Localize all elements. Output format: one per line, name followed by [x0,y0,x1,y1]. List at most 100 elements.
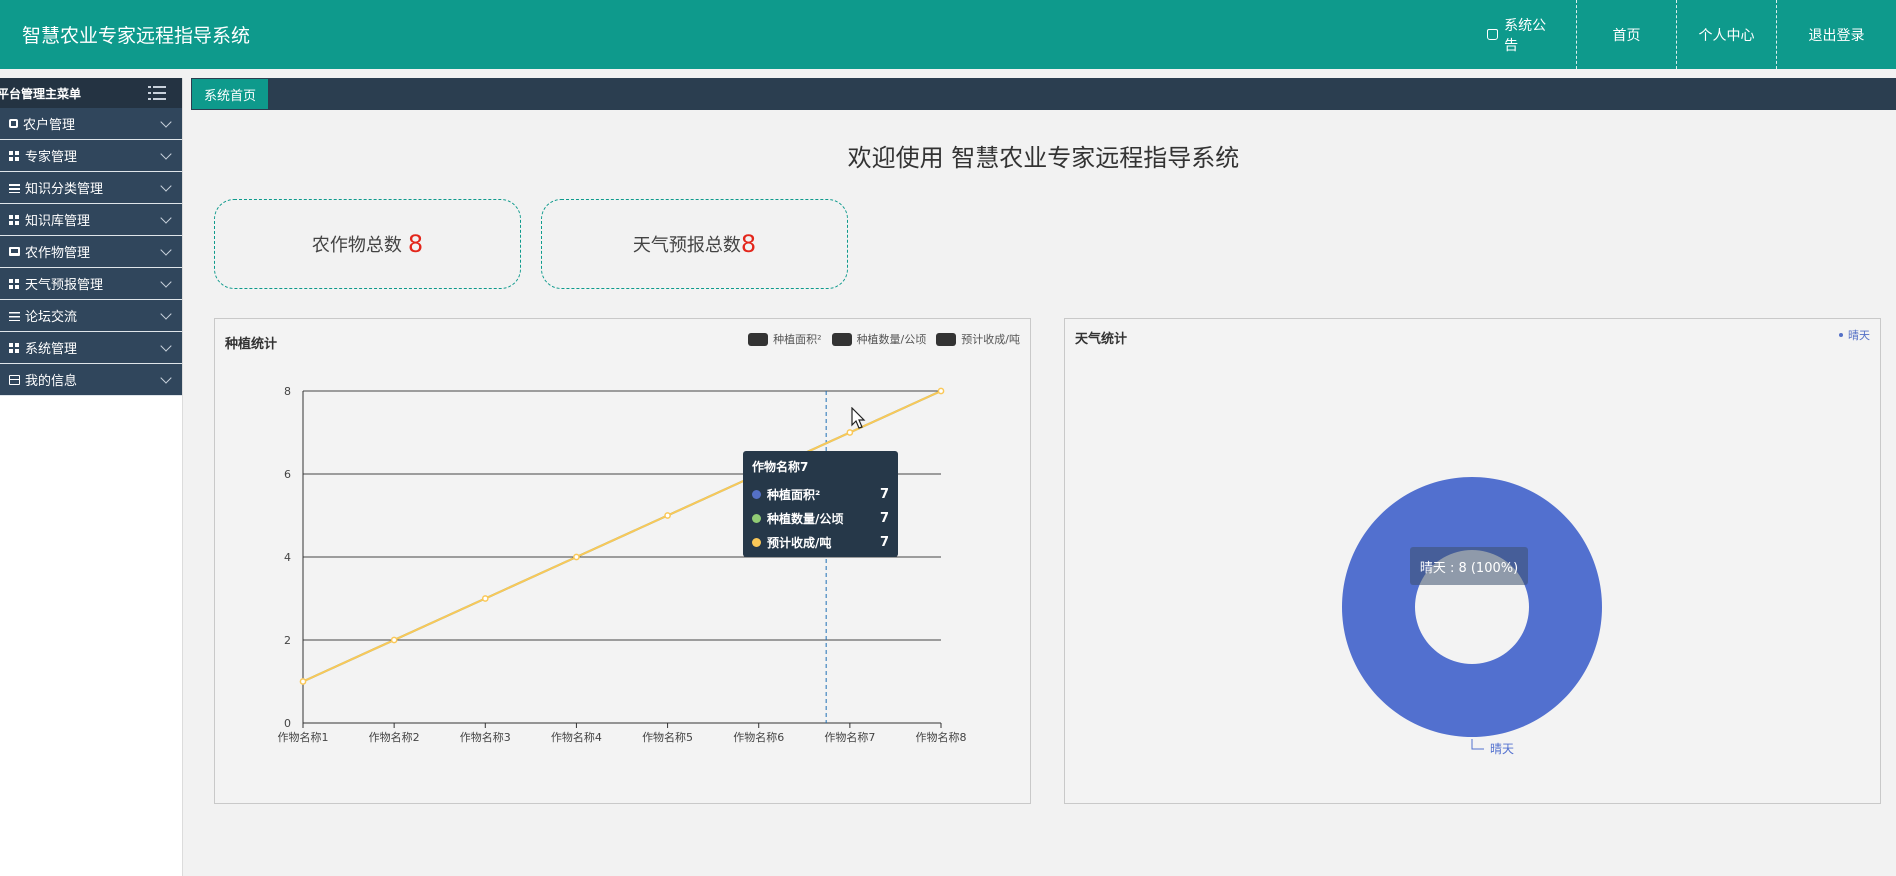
list-icon [9,182,20,193]
y-tick-label: 4 [284,551,291,564]
sidebar-title: 平台管理主菜单 [0,86,82,101]
x-tick-label: 作物名称6 [733,730,784,744]
x-tick-label: 作物名称8 [916,730,967,744]
sidebar-item-system[interactable]: 系统管理 [0,332,182,364]
monitor-icon [9,247,20,256]
y-tick-label: 8 [284,385,291,398]
tooltip-dot [752,513,761,523]
sidebar-item-label: 我的信息 [25,374,78,389]
tab-bar: 系统首页 [191,78,1896,110]
sidebar-item-knowledge-category[interactable]: 知识分类管理 [0,172,182,204]
chevron-down-icon [160,339,172,352]
top-nav: 系统公告 首页 个人中心 退出登录 [1466,0,1896,69]
card-icon [9,374,20,385]
tooltip-row: 种植面积² 7 [752,482,889,506]
tooltip-dot [752,489,761,499]
chevron-down-icon [160,179,172,192]
tab-home[interactable]: 系统首页 [192,79,268,109]
x-tick-label: 作物名称4 [551,730,602,744]
sidebar: 平台管理主菜单 农户管理 专家管理 知识分类管理 知识库管理 农作物管理 天气预… [0,78,183,876]
y-tick-label: 0 [284,717,291,730]
slice-label: 晴天 [1490,742,1514,756]
chevron-down-icon [160,243,172,256]
tooltip-series-value: 7 [879,534,889,550]
grid-icon [9,150,20,161]
tooltip-row: 种植数量/公顷 7 [752,506,889,530]
chevron-down-icon [160,211,172,224]
weather-total-label: 天气预报总数 [632,235,741,256]
tooltip-dot [752,537,761,547]
sidebar-item-experts[interactable]: 专家管理 [0,140,182,172]
data-point [664,512,671,519]
tooltip-series-name: 种植面积² [767,487,821,502]
sidebar-item-label: 农户管理 [23,118,76,133]
y-tick-label: 6 [284,468,291,481]
planting-chart-panel: 种植统计 种植面积² 种植数量/公顷 预计收成/吨 0 2 4 6 8 作物名称1 作物名称… [214,318,1031,804]
data-point [937,387,945,395]
chevron-down-icon [160,275,172,288]
tooltip-series-name: 预计收成/吨 [767,535,832,550]
grid-icon [9,214,20,225]
slice-label-line [1471,739,1484,750]
crops-total-card: 农作物总数 8 [214,199,521,289]
sidebar-item-label: 农作物管理 [25,246,91,261]
planting-line-chart: 0 2 4 6 8 作物名称1 作物名称2 作物名称3 作物名称4 作物名称5 作物名称6 作物名称7… [278,385,967,744]
notice-label: 系统公告 [1504,17,1547,54]
logout-label: 退出登录 [1808,27,1865,44]
tooltip-series-value: 7 [879,486,889,502]
x-tick-label: 作物名称5 [642,730,693,744]
sidebar-item-knowledge-base[interactable]: 知识库管理 [0,204,182,236]
weather-total-card: 天气预报总数 8 [541,199,848,289]
welcome-heading: 欢迎使用 智慧农业专家远程指导系统 [847,144,1240,172]
slider-icon [9,310,20,321]
mouse-cursor-icon [851,407,866,429]
notice-link[interactable]: 系统公告 [1466,0,1576,69]
data-point [573,553,580,561]
home-link[interactable]: 首页 [1576,0,1676,69]
chevron-down-icon [160,147,172,160]
sidebar-item-my-info[interactable]: 我的信息 [0,364,182,396]
logout-link[interactable]: 退出登录 [1776,0,1896,69]
sidebar-item-weather[interactable]: 天气预报管理 [0,268,182,300]
sidebar-item-label: 专家管理 [25,150,78,165]
grid-icon [9,342,20,353]
sidebar-item-label: 系统管理 [25,342,78,357]
sidebar-item-farmers[interactable]: 农户管理 [0,108,182,140]
sidebar-item-label: 知识分类管理 [25,182,104,197]
tooltip-series-name: 种植数量/公顷 [767,511,844,526]
tooltip-title: 作物名称7 [752,460,809,474]
donut-tooltip: 晴天 : 8 (100%) [1410,547,1528,585]
doc-icon [9,119,18,128]
sidebar-item-label: 论坛交流 [25,310,78,325]
menu-toggle-icon[interactable] [148,86,166,100]
chevron-down-icon [160,115,172,128]
home-label: 首页 [1612,27,1641,44]
x-tick-label: 作物名称2 [369,730,420,744]
x-tick-label: 作物名称3 [460,730,511,744]
grid-icon [9,278,20,289]
sidebar-item-label: 天气预报管理 [25,278,104,293]
sidebar-item-label: 知识库管理 [25,214,91,229]
personal-center-link[interactable]: 个人中心 [1676,0,1776,69]
top-navbar: 智慧农业专家远程指导系统 系统公告 首页 个人中心 退出登录 [0,0,1896,69]
home-icon [1487,29,1499,40]
tooltip-row: 预计收成/吨 7 [752,530,889,554]
y-tick-label: 2 [284,634,291,647]
pie-slice [1341,477,1602,737]
data-point [390,636,398,644]
sidebar-item-forum[interactable]: 论坛交流 [0,300,182,332]
crops-total-value: 8 [407,230,424,258]
data-point [481,595,489,602]
weather-total-value: 8 [740,230,757,258]
data-point [299,678,307,685]
crops-total-label: 农作物总数 [311,235,402,256]
chevron-down-icon [160,307,172,320]
sidebar-header: 平台管理主菜单 [0,78,182,108]
personal-center-label: 个人中心 [1698,27,1755,44]
chart-tooltip: 作物名称7 种植面积² 7 种植数量/公顷 7 预计收成/吨 7 [743,451,898,557]
x-tick-label: 作物名称1 [278,730,329,744]
chevron-down-icon [160,371,172,384]
sidebar-item-crops[interactable]: 农作物管理 [0,236,182,268]
app-title: 智慧农业专家远程指导系统 [22,25,251,47]
x-tick-label: 作物名称7 [824,730,875,744]
